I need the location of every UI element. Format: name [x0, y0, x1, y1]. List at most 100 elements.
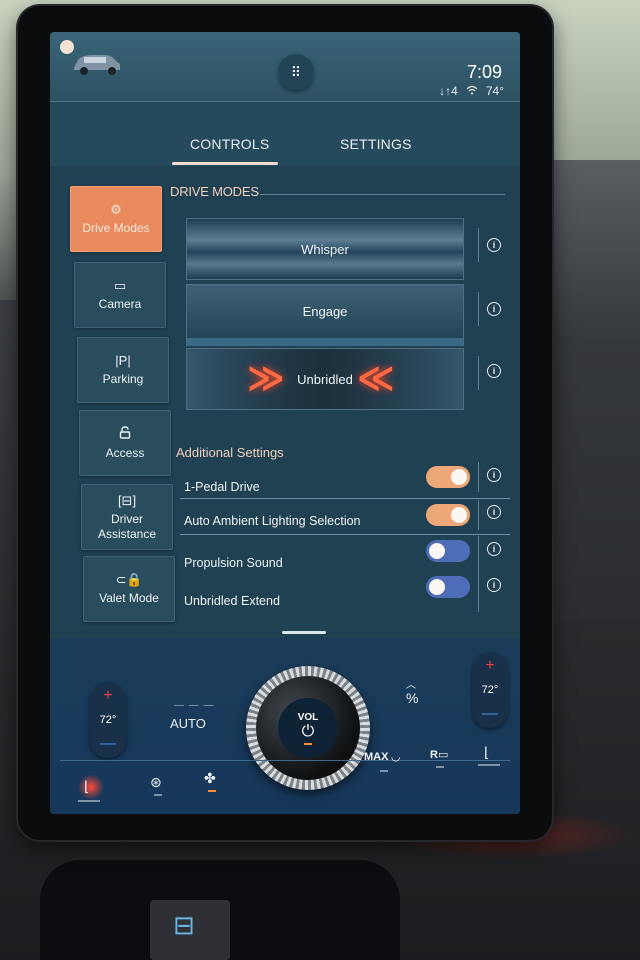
clock: 7:09 — [466, 62, 502, 82]
divider — [478, 536, 479, 612]
drive-modes-icon: ⚙ — [110, 202, 122, 217]
divider — [478, 462, 479, 492]
driver-temp-up-button[interactable]: + — [103, 688, 112, 704]
row-divider — [180, 534, 510, 535]
valet-icon: ⊂🔒 — [115, 572, 143, 587]
drawer-handle[interactable] — [282, 631, 326, 634]
chevron-up-icon[interactable]: ︿ — [406, 676, 416, 691]
sidebar-item-label: Valet Mode — [99, 591, 159, 605]
fan-auto-button[interactable]: AUTO — [170, 716, 206, 731]
seat-heat-level — [78, 800, 100, 802]
lock-open-icon — [119, 425, 131, 442]
seat-heat-glow — [78, 774, 104, 800]
volume-label: VOL — [297, 711, 319, 723]
info-icon[interactable]: i — [487, 468, 501, 482]
volume-knob[interactable]: VOL ⏻ — [246, 666, 370, 790]
info-icon[interactable]: i — [487, 364, 501, 378]
sidebar-item-label: Parking — [102, 372, 144, 386]
parking-icon: |P| — [115, 353, 131, 368]
info-icon[interactable]: i — [487, 505, 501, 519]
grid-icon: ⠿ — [290, 63, 302, 80]
steering-heat-indicator — [154, 794, 162, 796]
tab-settings[interactable]: SETTINGS — [340, 136, 412, 152]
passenger-temp-value: 72° — [481, 684, 499, 696]
setting-label-1-pedal-drive: 1-Pedal Drive — [184, 480, 260, 494]
section-divider — [260, 194, 505, 195]
row-divider — [180, 498, 510, 499]
toggle-knob — [429, 543, 445, 559]
drive-mode-whisper[interactable]: Whisper — [186, 218, 464, 280]
driver-seat-heat-icon[interactable]: ⌊ — [84, 778, 89, 795]
passenger-seat-heat-level — [478, 764, 500, 766]
rear-defrost-label: R — [430, 749, 438, 761]
drive-mode-engage[interactable]: Engage — [186, 284, 464, 346]
sidebar-item-drive-modes[interactable]: ⚙ Drive Modes — [70, 186, 162, 252]
info-icon[interactable]: i — [487, 542, 501, 556]
recirculation-auto-icon[interactable]: % — [406, 690, 418, 706]
sidebar-item-label: Camera — [98, 297, 142, 311]
car-icon[interactable] — [70, 50, 124, 76]
fan-speed-indicator: — — — — [174, 700, 215, 711]
front-defrost-icon: ◡ — [391, 751, 400, 763]
power-icon: ⏻ — [301, 722, 315, 740]
sidebar-item-access[interactable]: Access — [79, 410, 171, 476]
drive-modes-heading: DRIVE MODES — [170, 184, 259, 199]
tab-controls[interactable]: CONTROLS — [190, 136, 269, 152]
sidebar-item-valet-mode[interactable]: ⊂🔒 Valet Mode — [83, 556, 175, 622]
max-defrost-indicator — [380, 770, 388, 772]
setting-label-unbridled-extend: Unbridled Extend — [184, 594, 280, 608]
drive-mode-unbridled[interactable]: ≫ ≪ Unbridled — [186, 348, 464, 410]
sidebar-item-parking[interactable]: |P| Parking — [77, 337, 169, 403]
sidebar-item-label: Drive Modes — [82, 221, 150, 235]
active-tab-indicator — [172, 162, 278, 165]
knob-bezel: VOL ⏻ — [256, 676, 360, 780]
infotainment-screen: ⠿ 7:09 ↓↑4 74° CONTROLS SETTINGS ⚙ Drive… — [50, 32, 520, 814]
chevron-graphic-right: ≪ — [357, 357, 395, 398]
setting-label-auto-ambient-lighting: Auto Ambient Lighting Selection — [184, 514, 361, 528]
max-defrost-button[interactable]: MAX ◡ — [364, 750, 400, 763]
knob-face: VOL ⏻ — [278, 698, 338, 758]
driver-assist-icon: [⊟] — [117, 492, 137, 508]
sidebar-item-camera[interactable]: ▭ Camera — [74, 262, 166, 328]
apps-grid-button[interactable]: ⠿ — [278, 54, 314, 90]
toggle-propulsion-sound[interactable] — [426, 540, 470, 562]
rear-defrost-indicator — [436, 766, 444, 768]
camera-icon: ▭ — [113, 278, 127, 293]
driver-temp-value: 72° — [99, 714, 117, 726]
sidebar-item-label: Driver Assistance — [97, 511, 157, 541]
toggle-knob — [451, 507, 467, 523]
rear-defrost-button[interactable]: R▭ — [430, 748, 448, 761]
drive-mode-label: Unbridled — [297, 371, 353, 387]
tab-bar: CONTROLS SETTINGS — [50, 102, 520, 166]
divider — [478, 292, 479, 326]
climate-bar: + 72° — — — — AUTO VOL ⏻ ︿ % + 72° — ⌊ ⊛… — [50, 638, 520, 814]
sidebar-item-driver-assistance[interactable]: [⊟] Driver Assistance — [81, 484, 173, 550]
info-icon[interactable]: i — [487, 578, 501, 592]
dashboard-right-trim — [550, 160, 640, 620]
divider — [478, 500, 479, 530]
fan-indicator — [208, 790, 216, 792]
driver-temp-control: + 72° — — [90, 682, 126, 758]
setting-label-propulsion-sound: Propulsion Sound — [184, 556, 283, 570]
divider — [478, 228, 479, 262]
outside-temperature: 74° — [485, 84, 504, 98]
fan-icon[interactable]: ✤ — [204, 770, 216, 787]
toggle-knob — [451, 469, 467, 485]
toggle-1-pedal-drive[interactable] — [426, 466, 470, 488]
toggle-unbridled-extend[interactable] — [426, 576, 470, 598]
info-icon[interactable]: i — [487, 238, 501, 252]
gear-selector-icon: ⊟ — [173, 910, 195, 940]
power-indicator — [304, 742, 312, 745]
heated-steering-wheel-icon[interactable]: ⊛ — [150, 774, 162, 791]
passenger-temp-up-button[interactable]: + — [485, 658, 494, 674]
rear-defrost-icon: ▭ — [437, 749, 449, 761]
passenger-temp-down-button[interactable]: — — [482, 706, 498, 722]
max-defrost-label: MAX — [364, 751, 389, 763]
passenger-seat-heat-icon[interactable]: ⌊ — [484, 744, 489, 761]
passenger-temp-control: + 72° — — [472, 652, 508, 728]
info-icon[interactable]: i — [487, 302, 501, 316]
divider — [478, 356, 479, 390]
toggle-auto-ambient-lighting[interactable] — [426, 504, 470, 526]
drive-mode-label: Engage — [302, 304, 348, 319]
driver-temp-down-button[interactable]: — — [100, 736, 116, 752]
